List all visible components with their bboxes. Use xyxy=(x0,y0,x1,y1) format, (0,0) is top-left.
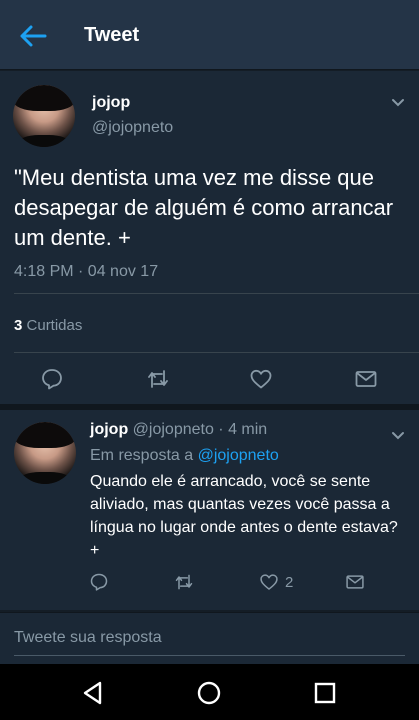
divider xyxy=(14,352,419,353)
replying-to: Em resposta a @jojopneto xyxy=(90,447,279,465)
nav-home-button[interactable] xyxy=(196,680,222,706)
reply-button[interactable] xyxy=(89,570,109,594)
share-button[interactable] xyxy=(354,367,378,391)
reply-button[interactable] xyxy=(40,367,64,391)
reply-icon xyxy=(90,573,108,591)
main-tweet: jojop @jojopneto "Meu dentista uma vez m… xyxy=(0,71,419,404)
heart-icon xyxy=(250,369,272,389)
share-icon xyxy=(346,575,364,589)
avatar[interactable] xyxy=(13,85,75,147)
reply-icon xyxy=(42,369,62,390)
nav-home-icon xyxy=(197,681,221,705)
reply-menu-button[interactable] xyxy=(391,428,405,440)
heart-icon xyxy=(260,574,278,590)
tweet-text: "Meu dentista uma vez me disse que desap… xyxy=(14,165,394,250)
author-name[interactable]: jojop xyxy=(92,94,130,112)
back-arrow-icon xyxy=(20,25,47,47)
retweet-button[interactable] xyxy=(174,570,194,594)
reply-prefix: Em resposta a xyxy=(90,447,194,464)
chevron-down-icon xyxy=(392,99,404,107)
retweet-icon xyxy=(148,370,168,388)
like-button[interactable]: 2 xyxy=(259,570,293,594)
reply-input[interactable] xyxy=(14,623,406,653)
retweet-button[interactable] xyxy=(146,367,170,391)
reply-text: Quando ele é arrancado, você se sente al… xyxy=(90,473,398,559)
reply-mention-link[interactable]: @jojopneto xyxy=(198,447,279,464)
back-button[interactable] xyxy=(18,22,48,50)
retweet-icon xyxy=(175,574,193,590)
author-handle[interactable]: @jojopneto xyxy=(92,119,173,137)
reply-handle-time: @jojopneto · 4 min xyxy=(132,421,268,438)
android-nav-bar xyxy=(0,664,419,720)
input-underline xyxy=(14,655,405,656)
divider xyxy=(14,293,419,294)
avatar[interactable] xyxy=(14,422,76,484)
reply-tweet[interactable]: jojop @jojopneto · 4 min Em resposta a @… xyxy=(0,410,419,610)
reply-composer xyxy=(0,612,419,664)
like-button[interactable] xyxy=(249,367,273,391)
likes-summary[interactable]: 3 Curtidas xyxy=(14,317,82,334)
tweet-menu-button[interactable] xyxy=(391,95,405,107)
likes-count: 3 xyxy=(14,317,23,334)
app-header: Tweet xyxy=(0,0,419,70)
nav-recents-icon xyxy=(314,682,336,704)
share-icon xyxy=(355,371,377,387)
tweet-timestamp: 4:18 PM · 04 nov 17 xyxy=(14,263,159,280)
nav-back-button[interactable] xyxy=(80,680,106,706)
reply-actions: 2 xyxy=(0,570,419,592)
share-button[interactable] xyxy=(345,570,365,594)
nav-recents-button[interactable] xyxy=(312,680,338,706)
page-title: Tweet xyxy=(84,24,140,46)
chevron-down-icon xyxy=(392,432,404,440)
reply-author-name[interactable]: jojop xyxy=(90,421,128,438)
nav-back-icon xyxy=(83,681,102,705)
reply-header: jojop @jojopneto · 4 min xyxy=(90,421,267,439)
tweet-actions xyxy=(0,367,419,391)
like-count: 2 xyxy=(285,573,294,591)
likes-label: Curtidas xyxy=(26,317,83,334)
